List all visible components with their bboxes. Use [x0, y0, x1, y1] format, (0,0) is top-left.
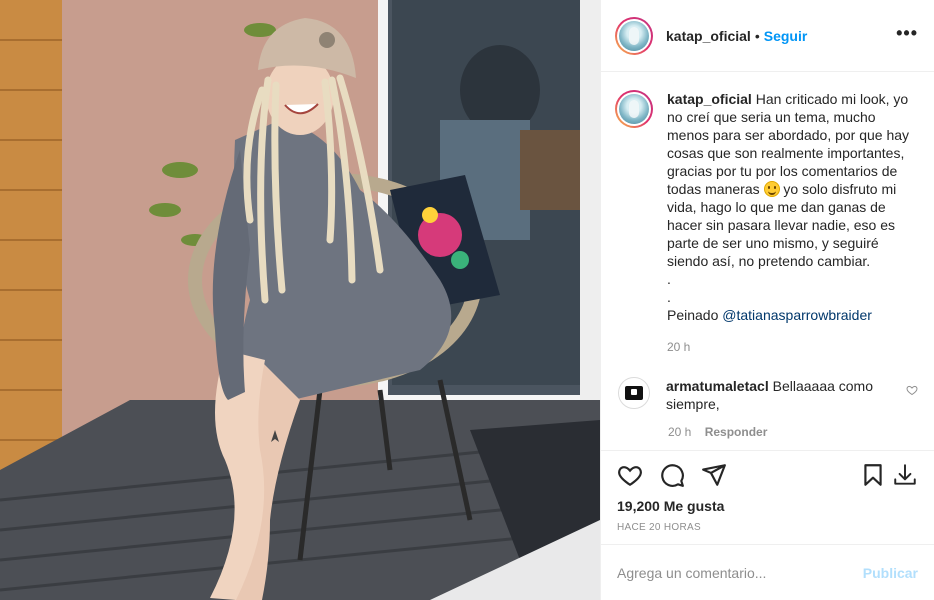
- post-sidebar: katap_oficial • Seguir ••• katap_oficial…: [600, 0, 934, 600]
- caption-line-1-text: Han criticado mi look, yo: [755, 91, 909, 107]
- comment-input[interactable]: [617, 564, 863, 581]
- comment-text-line1: Bellaaaaa como: [772, 378, 874, 394]
- caption: katap_oficial Han criticado mi look, yo …: [615, 90, 918, 356]
- caption-line-6-after: yo solo disfruto mi: [783, 181, 897, 197]
- add-comment-bar: Publicar: [601, 544, 934, 600]
- more-options-icon[interactable]: •••: [896, 24, 918, 44]
- reply-button[interactable]: Responder: [705, 425, 768, 439]
- smiling-face-emoji-icon: [763, 181, 780, 197]
- caption-avatar-image: [619, 94, 649, 124]
- follow-button[interactable]: Seguir: [764, 28, 808, 44]
- avatar-frame: [617, 18, 651, 53]
- comment-time[interactable]: 20 h: [668, 425, 691, 439]
- post-header: katap_oficial • Seguir •••: [601, 0, 934, 72]
- caption-line-9: parte de ser uno mismo, y seguiré: [667, 235, 879, 251]
- comment-username[interactable]: armatumaletacl: [666, 378, 769, 394]
- like-heart-icon[interactable]: [617, 462, 643, 488]
- caption-credit-prefix: Peinado: [667, 307, 719, 323]
- post-photo[interactable]: [0, 0, 600, 600]
- comment-like-heart-icon[interactable]: [906, 383, 918, 399]
- comments-section: katap_oficial Han criticado mi look, yo …: [601, 72, 934, 450]
- mention-link[interactable]: @tatianasparrowbraider: [722, 307, 872, 323]
- caption-line-4: cosas que son realmente importantes,: [667, 145, 905, 161]
- download-icon[interactable]: [892, 462, 918, 488]
- caption-line-7: vida, hago lo que me dan ganas de: [667, 199, 886, 215]
- caption-username[interactable]: katap_oficial: [667, 91, 752, 107]
- share-paper-plane-icon[interactable]: [701, 462, 727, 488]
- header-username[interactable]: katap_oficial: [666, 28, 751, 44]
- caption-line-10: siendo así, no pretendo cambiar.: [667, 253, 871, 269]
- comment-avatar[interactable]: [618, 377, 650, 409]
- caption-time[interactable]: 20 h: [667, 338, 917, 356]
- caption-line-1: katap_oficial Han criticado mi look, yo: [667, 90, 917, 108]
- caption-text: katap_oficial Han criticado mi look, yo …: [667, 90, 917, 356]
- publish-button[interactable]: Publicar: [863, 565, 918, 581]
- caption-line-3: menos para ser abordado, por que hay: [667, 127, 910, 143]
- caption-line-2: no creí que seria un tema, mucho: [667, 109, 876, 125]
- caption-line-8: hacer sin pasara llevar nadie, eso es: [667, 217, 896, 233]
- caption-line-12: .: [667, 289, 671, 305]
- instagram-post: katap_oficial • Seguir ••• katap_oficial…: [0, 0, 934, 600]
- likes-count[interactable]: 19,200 Me gusta: [601, 496, 934, 516]
- comment-text-line2: siempre,: [666, 396, 720, 412]
- caption-line-5: gracias por tu por los comentarios de: [667, 163, 898, 179]
- photo-illustration: [0, 0, 600, 600]
- comment-meta: 20 h Responder: [668, 425, 918, 439]
- comment-text: armatumaletacl Bellaaaaa como siempre,: [666, 377, 876, 413]
- avatar[interactable]: [615, 16, 653, 55]
- caption-line-6: todas maneras yo solo disfruto mi: [667, 180, 917, 198]
- bookmark-icon[interactable]: [860, 462, 886, 488]
- avatar-image: [619, 20, 649, 51]
- action-bar-right: [854, 462, 918, 488]
- caption-avatar-frame: [617, 92, 651, 126]
- action-bar: [601, 450, 934, 498]
- comment-bubble-icon[interactable]: [659, 462, 685, 488]
- caption-credit: Peinado @tatianasparrowbraider: [667, 306, 917, 324]
- comment-item: armatumaletacl Bellaaaaa como siempre,: [615, 377, 918, 413]
- caption-line-11: .: [667, 271, 671, 287]
- caption-avatar[interactable]: [615, 90, 653, 128]
- header-separator: •: [754, 27, 760, 44]
- post-timestamp[interactable]: HACE 20 HORAS: [601, 522, 934, 536]
- comment-avatar-logo-icon: [625, 386, 643, 400]
- caption-line-6-before: todas maneras: [667, 181, 760, 197]
